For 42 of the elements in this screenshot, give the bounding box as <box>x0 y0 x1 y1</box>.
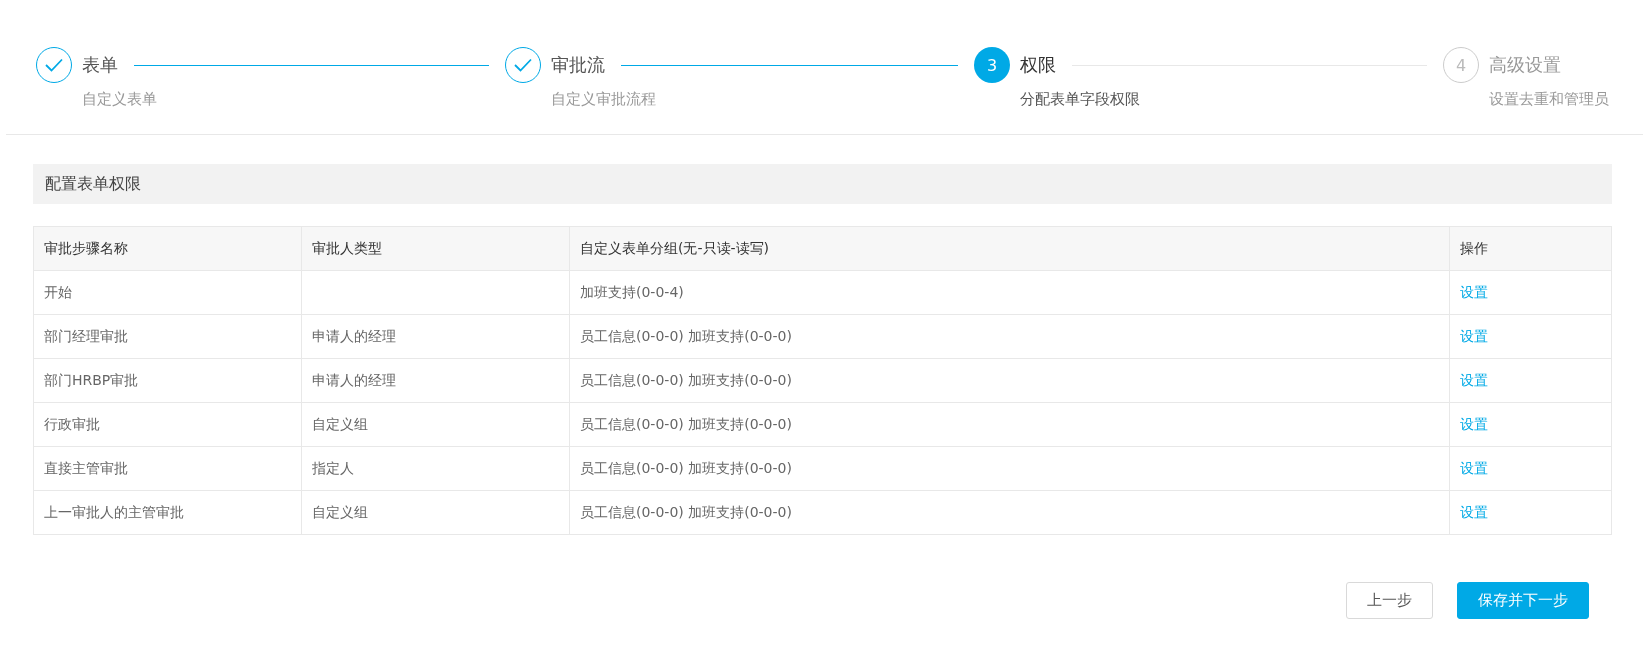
step-number: 3 <box>986 55 998 75</box>
column-header: 审批步骤名称 <box>33 226 302 271</box>
settings-link[interactable]: 设置 <box>1460 415 1488 432</box>
table-cell: 员工信息(0-0-0) 加班支持(0-0-0) <box>569 358 1450 403</box>
table-cell: 员工信息(0-0-0) 加班支持(0-0-0) <box>569 314 1450 359</box>
step-number: 4 <box>1455 55 1467 75</box>
settings-link[interactable]: 设置 <box>1460 327 1488 344</box>
table-cell: 部门HRBP审批 <box>33 358 302 403</box>
previous-button[interactable]: 上一步 <box>1346 582 1433 619</box>
table-cell: 员工信息(0-0-0) 加班支持(0-0-0) <box>569 402 1450 447</box>
table-cell: 自定义组 <box>301 490 570 535</box>
table-cell: 开始 <box>33 270 302 315</box>
table-cell: 行政审批 <box>33 402 302 447</box>
table-cell: 员工信息(0-0-0) 加班支持(0-0-0) <box>569 446 1450 491</box>
section-header: 配置表单权限 <box>33 164 1612 204</box>
table-cell: 加班支持(0-0-4) <box>569 270 1450 315</box>
settings-link[interactable]: 设置 <box>1460 503 1488 520</box>
settings-link[interactable]: 设置 <box>1460 459 1488 476</box>
table-cell: 申请人的经理 <box>301 358 570 403</box>
check-icon <box>45 58 63 72</box>
column-header: 自定义表单分组(无-只读-读写) <box>569 226 1450 271</box>
settings-link[interactable]: 设置 <box>1460 371 1488 388</box>
table-cell: 部门经理审批 <box>33 314 302 359</box>
step-description: 自定义审批流程 <box>551 90 657 109</box>
table-cell: 直接主管审批 <box>33 446 302 491</box>
step-title: 表单 <box>82 53 118 77</box>
step-title: 高级设置 <box>1489 53 1561 77</box>
table-cell: 指定人 <box>301 446 570 491</box>
check-icon <box>514 58 532 72</box>
save-next-button[interactable]: 保存并下一步 <box>1457 582 1589 619</box>
table-cell: 上一审批人的主管审批 <box>33 490 302 535</box>
column-header: 操作 <box>1449 226 1612 271</box>
step-title: 权限 <box>1020 53 1056 77</box>
settings-link[interactable]: 设置 <box>1460 283 1488 300</box>
step-description: 设置去重和管理员 <box>1489 90 1609 109</box>
table-cell: 自定义组 <box>301 402 570 447</box>
step-description: 自定义表单 <box>82 90 158 109</box>
table-cell: 员工信息(0-0-0) 加班支持(0-0-0) <box>569 490 1450 535</box>
step-description: 分配表单字段权限 <box>1020 90 1141 109</box>
step-title: 审批流 <box>551 53 605 77</box>
table-cell: 申请人的经理 <box>301 314 570 359</box>
column-header: 审批人类型 <box>301 226 570 271</box>
